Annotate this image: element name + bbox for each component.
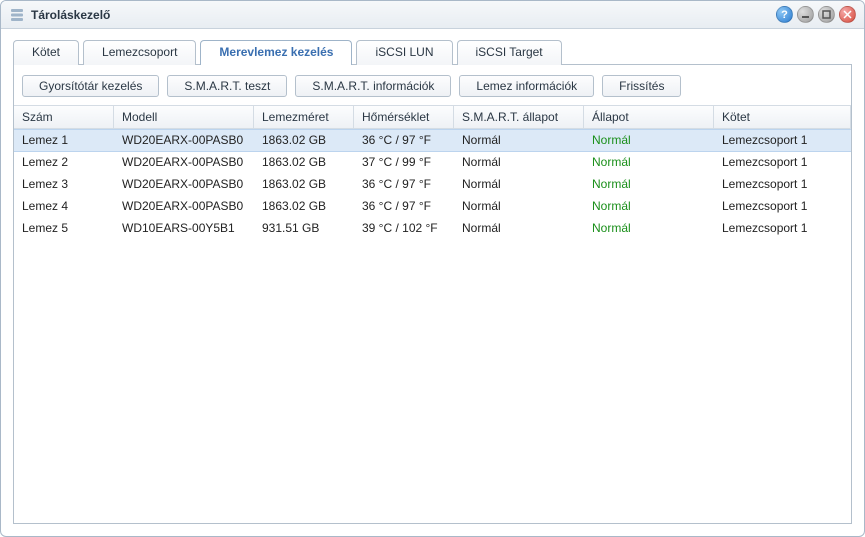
cell-temp: 36 °C / 97 °F (354, 196, 454, 217)
cell-volume: Lemezcsoport 1 (714, 130, 851, 151)
cell-model: WD20EARX-00PASB0 (114, 196, 254, 217)
cell-smart: Normál (454, 130, 584, 151)
window-title: Tároláskezelő (31, 8, 772, 22)
cell-volume: Lemezcsoport 1 (714, 152, 851, 173)
cell-model: WD10EARS-00Y5B1 (114, 218, 254, 239)
smart-test-button[interactable]: S.M.A.R.T. teszt (167, 75, 287, 97)
maximize-button[interactable] (818, 6, 835, 23)
tab-panel: Gyorsítótár kezelés S.M.A.R.T. teszt S.M… (13, 64, 852, 524)
cell-num: Lemez 1 (14, 130, 114, 151)
col-header-volume[interactable]: Kötet (714, 106, 851, 128)
refresh-button[interactable]: Frissítés (602, 75, 681, 97)
cell-status: Normál (584, 152, 714, 173)
cell-temp: 39 °C / 102 °F (354, 218, 454, 239)
toolbar: Gyorsítótár kezelés S.M.A.R.T. teszt S.M… (14, 65, 851, 105)
cell-status: Normál (584, 174, 714, 195)
cell-temp: 36 °C / 97 °F (354, 174, 454, 195)
cell-num: Lemez 4 (14, 196, 114, 217)
cell-size: 931.51 GB (254, 218, 354, 239)
titlebar[interactable]: Tároláskezelő ? (1, 1, 864, 29)
tab-iscsi-target[interactable]: iSCSI Target (457, 40, 562, 65)
col-header-smart[interactable]: S.M.A.R.T. állapot (454, 106, 584, 128)
col-header-model[interactable]: Modell (114, 106, 254, 128)
cell-smart: Normál (454, 218, 584, 239)
cell-smart: Normál (454, 152, 584, 173)
col-header-size[interactable]: Lemezméret (254, 106, 354, 128)
cell-size: 1863.02 GB (254, 152, 354, 173)
cell-status: Normál (584, 196, 714, 217)
table-row[interactable]: Lemez 2WD20EARX-00PASB01863.02 GB37 °C /… (14, 152, 851, 174)
tab-lemezcsoport[interactable]: Lemezcsoport (83, 40, 196, 65)
cell-size: 1863.02 GB (254, 196, 354, 217)
col-header-temp[interactable]: Hőmérséklet (354, 106, 454, 128)
col-header-status[interactable]: Állapot (584, 106, 714, 128)
grid-header: Szám Modell Lemezméret Hőmérséklet S.M.A… (14, 106, 851, 129)
cell-temp: 36 °C / 97 °F (354, 130, 454, 151)
cell-model: WD20EARX-00PASB0 (114, 152, 254, 173)
tab-iscsi-lun[interactable]: iSCSI LUN (356, 40, 452, 65)
table-row[interactable]: Lemez 1WD20EARX-00PASB01863.02 GB36 °C /… (14, 129, 851, 152)
cell-volume: Lemezcsoport 1 (714, 174, 851, 195)
disk-grid: Szám Modell Lemezméret Hőmérséklet S.M.A… (14, 105, 851, 240)
cell-volume: Lemezcsoport 1 (714, 196, 851, 217)
cell-num: Lemez 3 (14, 174, 114, 195)
tab-k-tet[interactable]: Kötet (13, 40, 79, 65)
tabstrip: KötetLemezcsoportMerevlemez kezelésiSCSI… (13, 39, 852, 64)
tab-merevlemez-kezel-s[interactable]: Merevlemez kezelés (200, 40, 352, 65)
cell-size: 1863.02 GB (254, 130, 354, 151)
cell-temp: 37 °C / 99 °F (354, 152, 454, 173)
cell-num: Lemez 2 (14, 152, 114, 173)
col-header-num[interactable]: Szám (14, 106, 114, 128)
cell-volume: Lemezcsoport 1 (714, 218, 851, 239)
cell-model: WD20EARX-00PASB0 (114, 130, 254, 151)
close-button[interactable] (839, 6, 856, 23)
cell-num: Lemez 5 (14, 218, 114, 239)
help-button[interactable]: ? (776, 6, 793, 23)
cell-status: Normál (584, 130, 714, 151)
cell-smart: Normál (454, 174, 584, 195)
cell-size: 1863.02 GB (254, 174, 354, 195)
disk-info-button[interactable]: Lemez információk (459, 75, 594, 97)
app-icon (9, 7, 25, 23)
minimize-button[interactable] (797, 6, 814, 23)
table-row[interactable]: Lemez 3WD20EARX-00PASB01863.02 GB36 °C /… (14, 174, 851, 196)
table-row[interactable]: Lemez 4WD20EARX-00PASB01863.02 GB36 °C /… (14, 196, 851, 218)
cache-management-button[interactable]: Gyorsítótár kezelés (22, 75, 159, 97)
cell-model: WD20EARX-00PASB0 (114, 174, 254, 195)
smart-info-button[interactable]: S.M.A.R.T. információk (295, 75, 451, 97)
table-row[interactable]: Lemez 5WD10EARS-00Y5B1931.51 GB39 °C / 1… (14, 218, 851, 240)
cell-status: Normál (584, 218, 714, 239)
grid-body: Lemez 1WD20EARX-00PASB01863.02 GB36 °C /… (14, 129, 851, 240)
storage-manager-window: Tároláskezelő ? KötetLemezcsoportMerevle… (0, 0, 865, 537)
window-body: KötetLemezcsoportMerevlemez kezelésiSCSI… (1, 29, 864, 536)
cell-smart: Normál (454, 196, 584, 217)
